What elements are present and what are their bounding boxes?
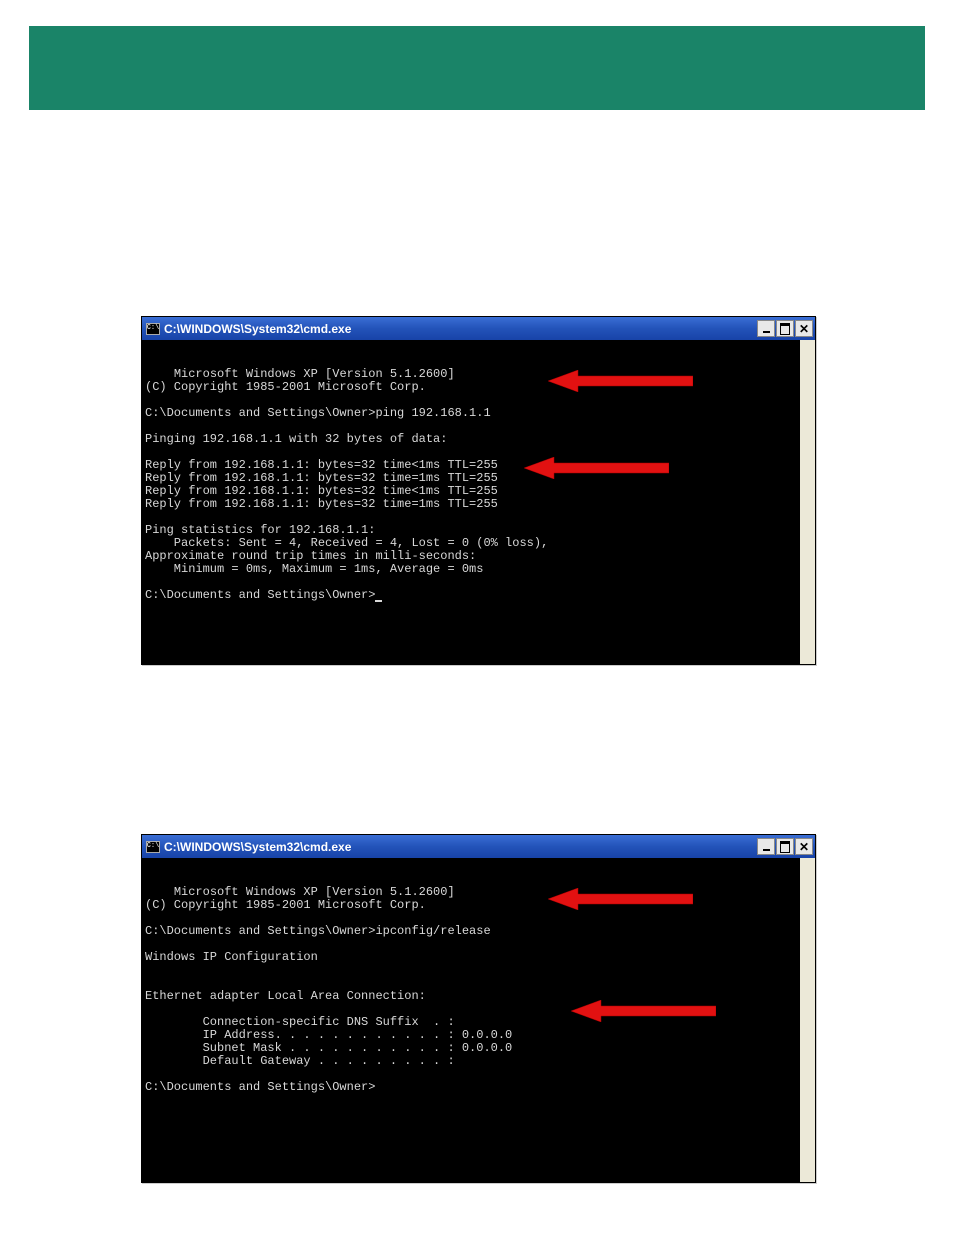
- terminal-line: Microsoft Windows XP [Version 5.1.2600]: [174, 367, 455, 381]
- document-header-bar: [29, 26, 925, 110]
- cmd-icon: C:\: [146, 323, 160, 335]
- terminal-line: Microsoft Windows XP [Version 5.1.2600]: [174, 885, 455, 899]
- scroll-down-button[interactable]: ▼: [800, 649, 815, 664]
- scroll-down-button[interactable]: ▼: [800, 1167, 815, 1182]
- titlebar[interactable]: C:\ C:\WINDOWS\System32\cmd.exe ✕: [142, 835, 815, 858]
- terminal-line: Packets: Sent = 4, Received = 4, Lost = …: [145, 536, 548, 550]
- terminal-line: (C) Copyright 1985-2001 Microsoft Corp.: [145, 380, 426, 394]
- scroll-up-button[interactable]: ▲: [800, 340, 815, 355]
- terminal-line: Reply from 192.168.1.1: bytes=32 time=1m…: [145, 497, 498, 511]
- cmd-icon: C:\: [146, 841, 160, 853]
- terminal-output: ▲ ▼ Microsoft Windows XP [Version 5.1.260…: [142, 340, 815, 664]
- terminal-line: Default Gateway . . . . . . . . . :: [145, 1054, 455, 1068]
- terminal-line: C:\Documents and Settings\Owner>ipconfig…: [145, 924, 491, 938]
- terminal-line: (C) Copyright 1985-2001 Microsoft Corp.: [145, 898, 426, 912]
- terminal-output: ▲ ▼ Microsoft Windows XP [Version 5.1.260…: [142, 858, 815, 1182]
- terminal-line: Reply from 192.168.1.1: bytes=32 time<1m…: [145, 484, 498, 498]
- terminal-line: Ping statistics for 192.168.1.1:: [145, 523, 375, 537]
- terminal-line: Connection-specific DNS Suffix . :: [145, 1015, 455, 1029]
- scroll-up-button[interactable]: ▲: [800, 858, 815, 873]
- close-button[interactable]: ✕: [795, 320, 813, 337]
- terminal-line: Windows IP Configuration: [145, 950, 318, 964]
- titlebar[interactable]: C:\ C:\WINDOWS\System32\cmd.exe ✕: [142, 317, 815, 340]
- terminal-line: C:\Documents and Settings\Owner>: [145, 1080, 375, 1094]
- terminal-line: Approximate round trip times in milli-se…: [145, 549, 476, 563]
- window-controls: ✕: [757, 838, 813, 855]
- window-title: C:\WINDOWS\System32\cmd.exe: [164, 840, 757, 854]
- cmd-window-ping: C:\ C:\WINDOWS\System32\cmd.exe ✕ ▲ ▼ Mic…: [141, 316, 816, 665]
- minimize-button[interactable]: [757, 320, 775, 337]
- minimize-button[interactable]: [757, 838, 775, 855]
- cursor: [375, 600, 382, 602]
- terminal-line: Reply from 192.168.1.1: bytes=32 time<1m…: [145, 458, 498, 472]
- maximize-button[interactable]: [776, 320, 794, 337]
- terminal-line: Reply from 192.168.1.1: bytes=32 time=1m…: [145, 471, 498, 485]
- terminal-line: Pinging 192.168.1.1 with 32 bytes of dat…: [145, 432, 447, 446]
- maximize-button[interactable]: [776, 838, 794, 855]
- window-title: C:\WINDOWS\System32\cmd.exe: [164, 322, 757, 336]
- close-button[interactable]: ✕: [795, 838, 813, 855]
- terminal-line: IP Address. . . . . . . . . . . . : 0.0.…: [145, 1028, 512, 1042]
- terminal-line: Subnet Mask . . . . . . . . . . . : 0.0.…: [145, 1041, 512, 1055]
- window-controls: ✕: [757, 320, 813, 337]
- terminal-line: C:\Documents and Settings\Owner>: [145, 588, 375, 602]
- terminal-line: Minimum = 0ms, Maximum = 1ms, Average = …: [145, 562, 483, 576]
- terminal-line: C:\Documents and Settings\Owner>ping 192…: [145, 406, 491, 420]
- terminal-line: Ethernet adapter Local Area Connection:: [145, 989, 426, 1003]
- cmd-window-ipconfig: C:\ C:\WINDOWS\System32\cmd.exe ✕ ▲ ▼ Mic…: [141, 834, 816, 1183]
